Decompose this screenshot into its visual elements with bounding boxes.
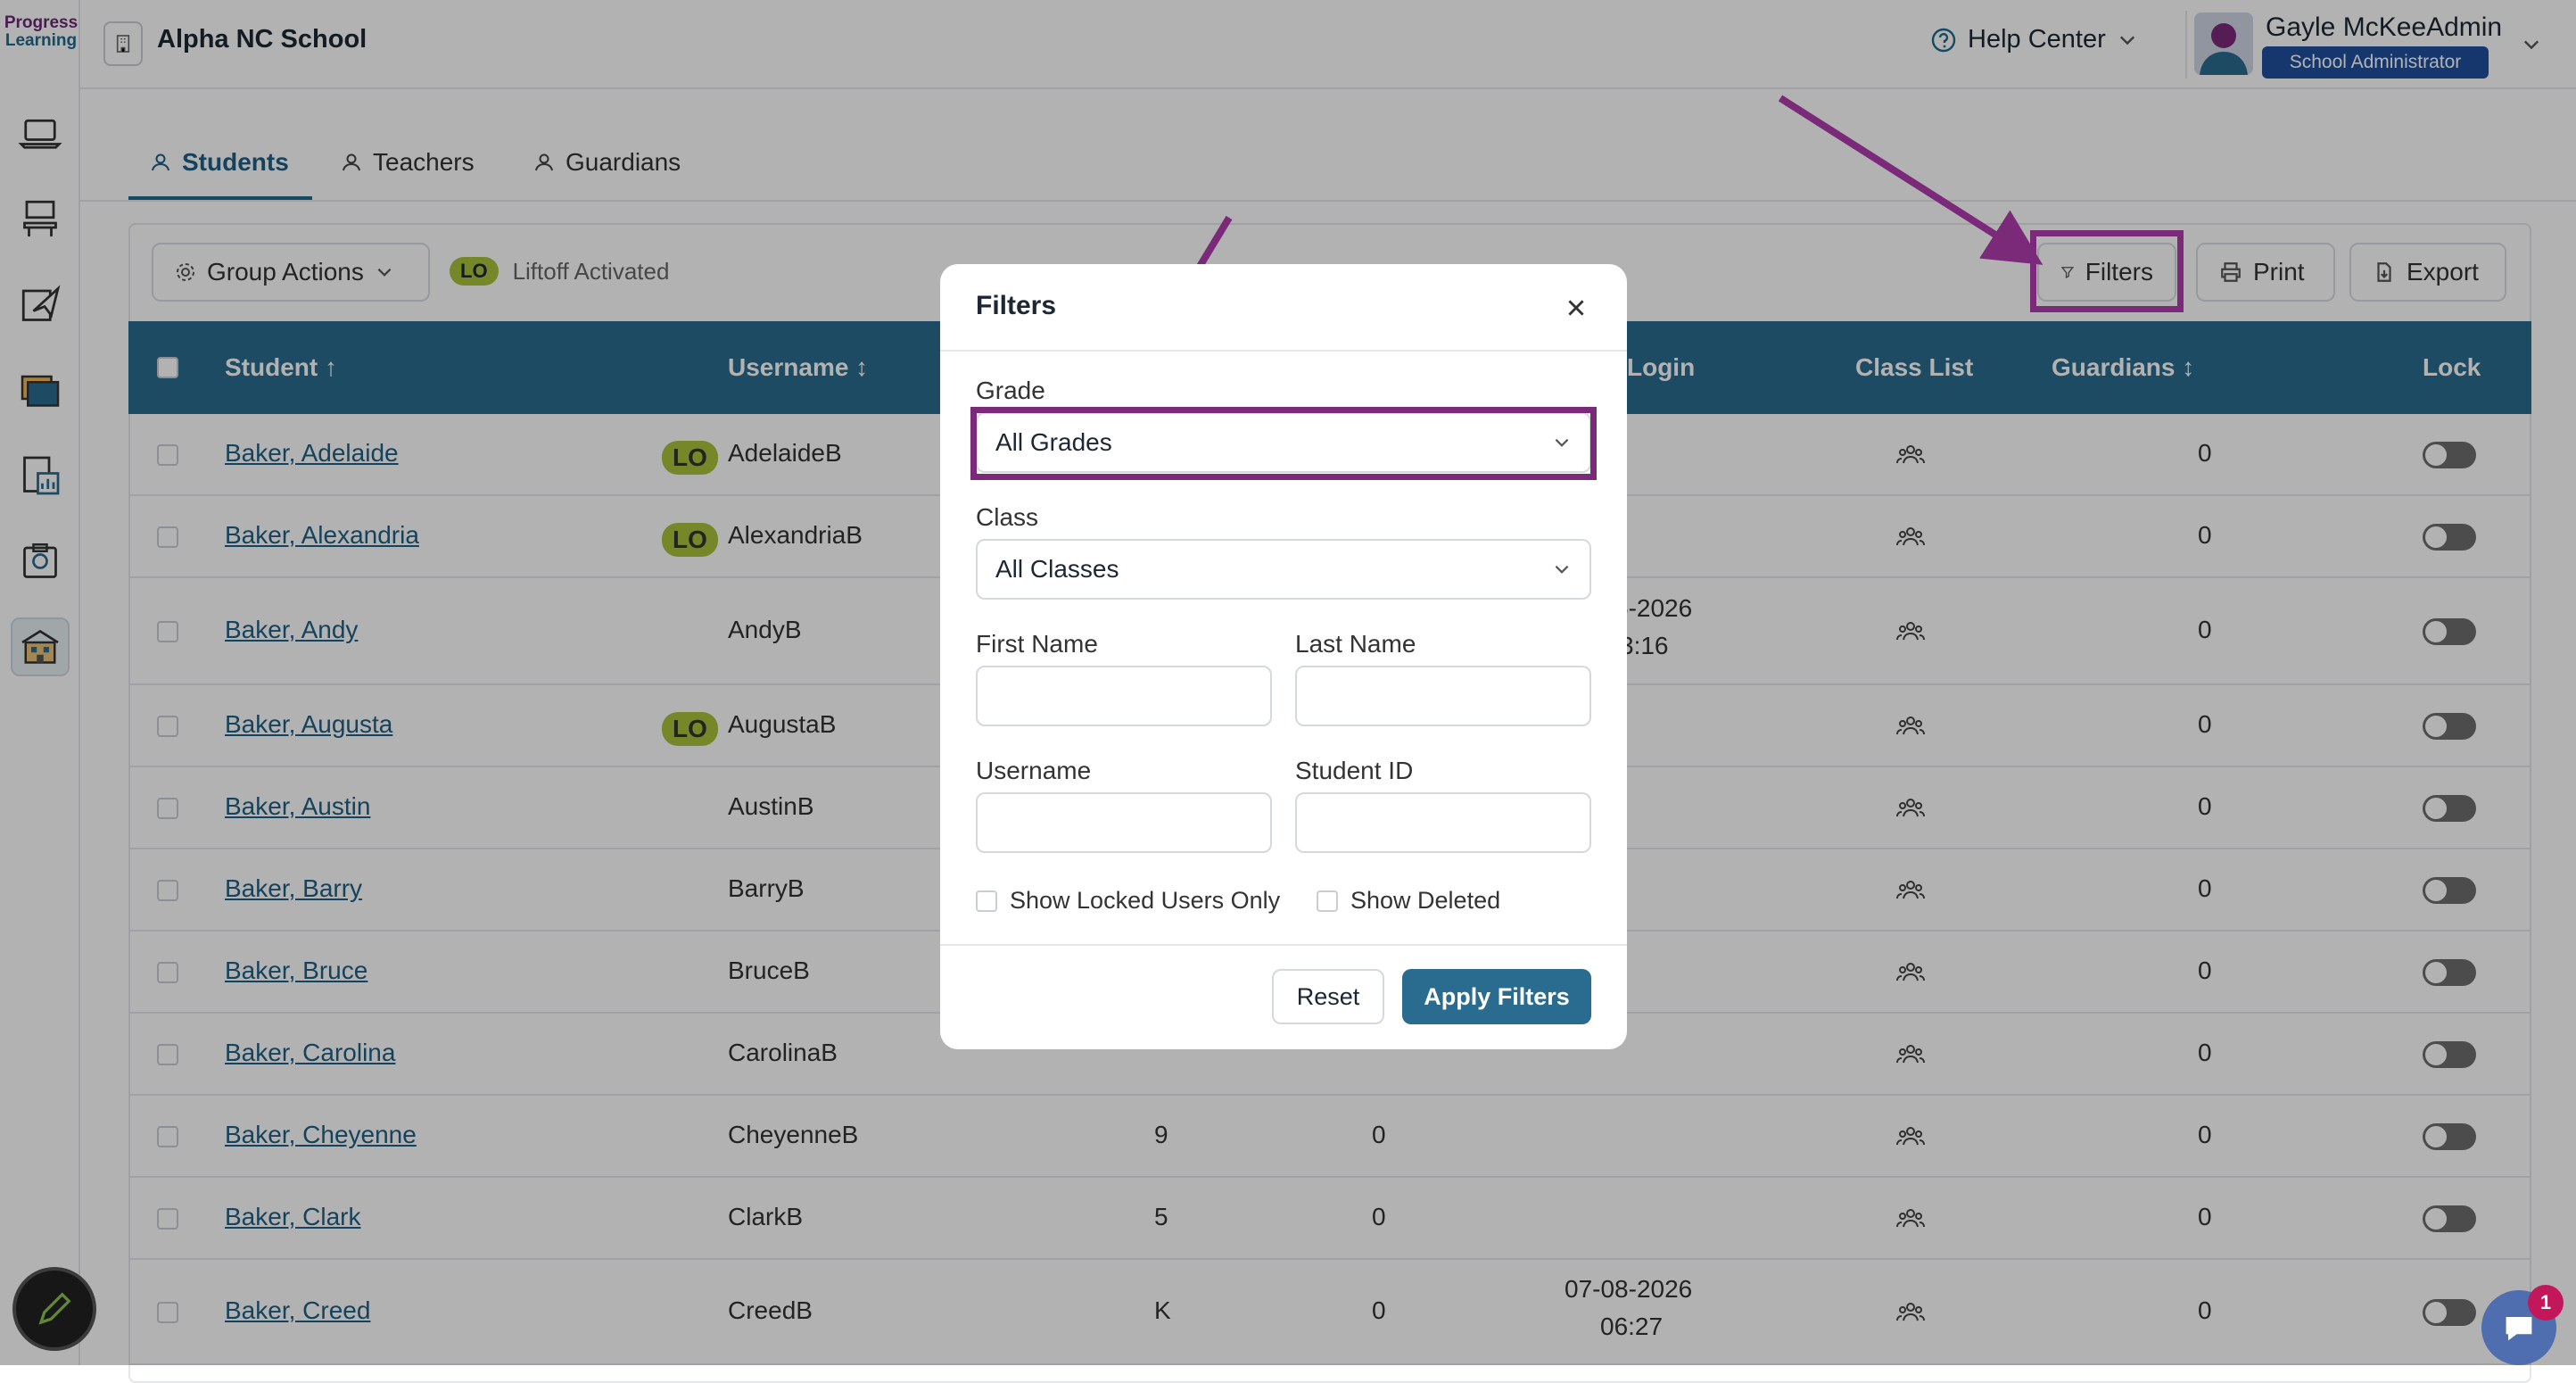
modal-footer-divider (940, 944, 1627, 946)
checkbox-box (976, 890, 997, 912)
last-name-input[interactable] (1295, 666, 1591, 726)
modal-header-divider (940, 350, 1627, 352)
show-locked-checkbox[interactable]: Show Locked Users Only (976, 887, 1280, 915)
first-name-label: First Name (976, 630, 1098, 658)
username-input[interactable] (976, 792, 1272, 853)
student-id-label: Student ID (1295, 757, 1414, 784)
class-label: Class (976, 503, 1039, 531)
chevron-down-icon (1555, 565, 1569, 574)
modal-title: Filters (976, 291, 1057, 320)
reset-button[interactable]: Reset (1272, 969, 1384, 1024)
class-select[interactable]: All Classes (976, 539, 1591, 600)
last-name-label: Last Name (1295, 630, 1416, 658)
filters-modal: Filters Grade All Grades Class All Class… (940, 264, 1627, 1049)
student-id-input[interactable] (1295, 792, 1591, 853)
username-label: Username (976, 757, 1092, 784)
grade-highlight-box (970, 407, 1597, 480)
apply-filters-button[interactable]: Apply Filters (1402, 969, 1591, 1024)
show-deleted-checkbox[interactable]: Show Deleted (1317, 887, 1500, 915)
arrow-to-filters (1778, 95, 2043, 265)
filters-highlight-box (2030, 230, 2184, 312)
close-button[interactable] (1554, 286, 1598, 330)
close-icon (1568, 300, 1584, 316)
chat-notification-badge: 1 (2528, 1285, 2564, 1321)
first-name-input[interactable] (976, 666, 1272, 726)
grade-label: Grade (976, 377, 1045, 404)
checkbox-box (1317, 890, 1338, 912)
